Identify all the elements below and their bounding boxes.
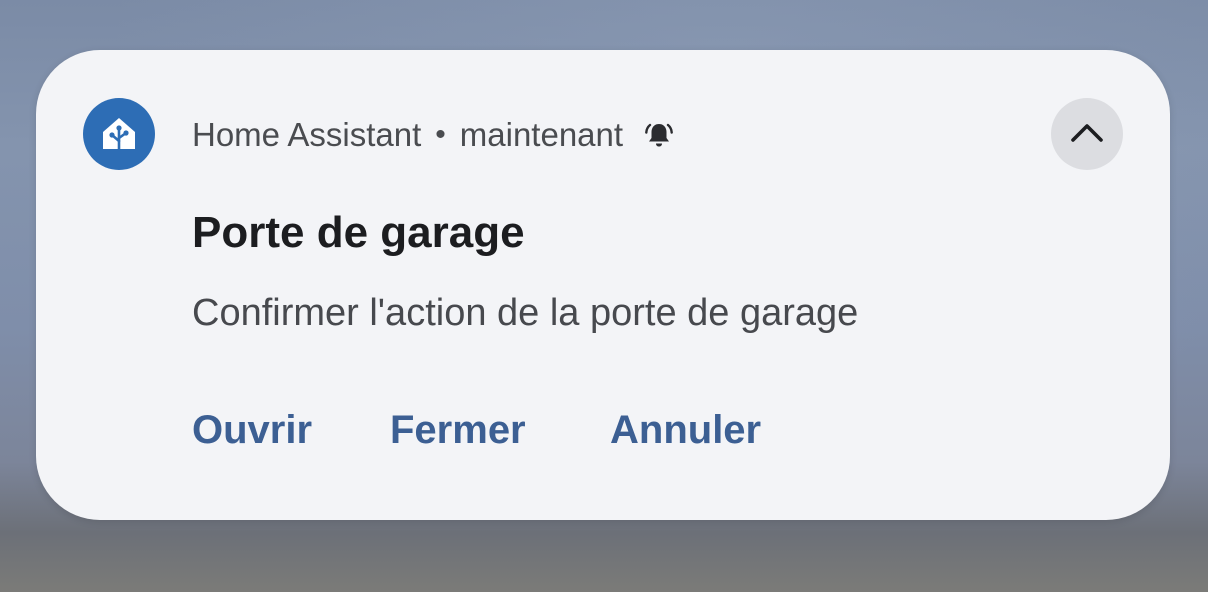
chevron-up-icon [1071,124,1103,142]
home-assistant-icon [83,98,155,170]
bell-ringing-icon [643,119,675,151]
app-name: Home Assistant [192,116,422,153]
notification-time: maintenant [459,116,624,153]
open-button[interactable]: Ouvrir [192,408,312,453]
collapse-button[interactable] [1051,98,1123,170]
home-assistant-glyph [103,118,135,151]
close-door-button[interactable]: Fermer [390,408,526,453]
header-separator: • [435,118,446,151]
notification-message: Confirmer l'action de la porte de garage [192,292,859,334]
notification-header: Home Assistant • maintenant [192,113,675,157]
notification-title: Porte de garage [192,208,525,257]
cancel-button[interactable]: Annuler [610,408,761,453]
